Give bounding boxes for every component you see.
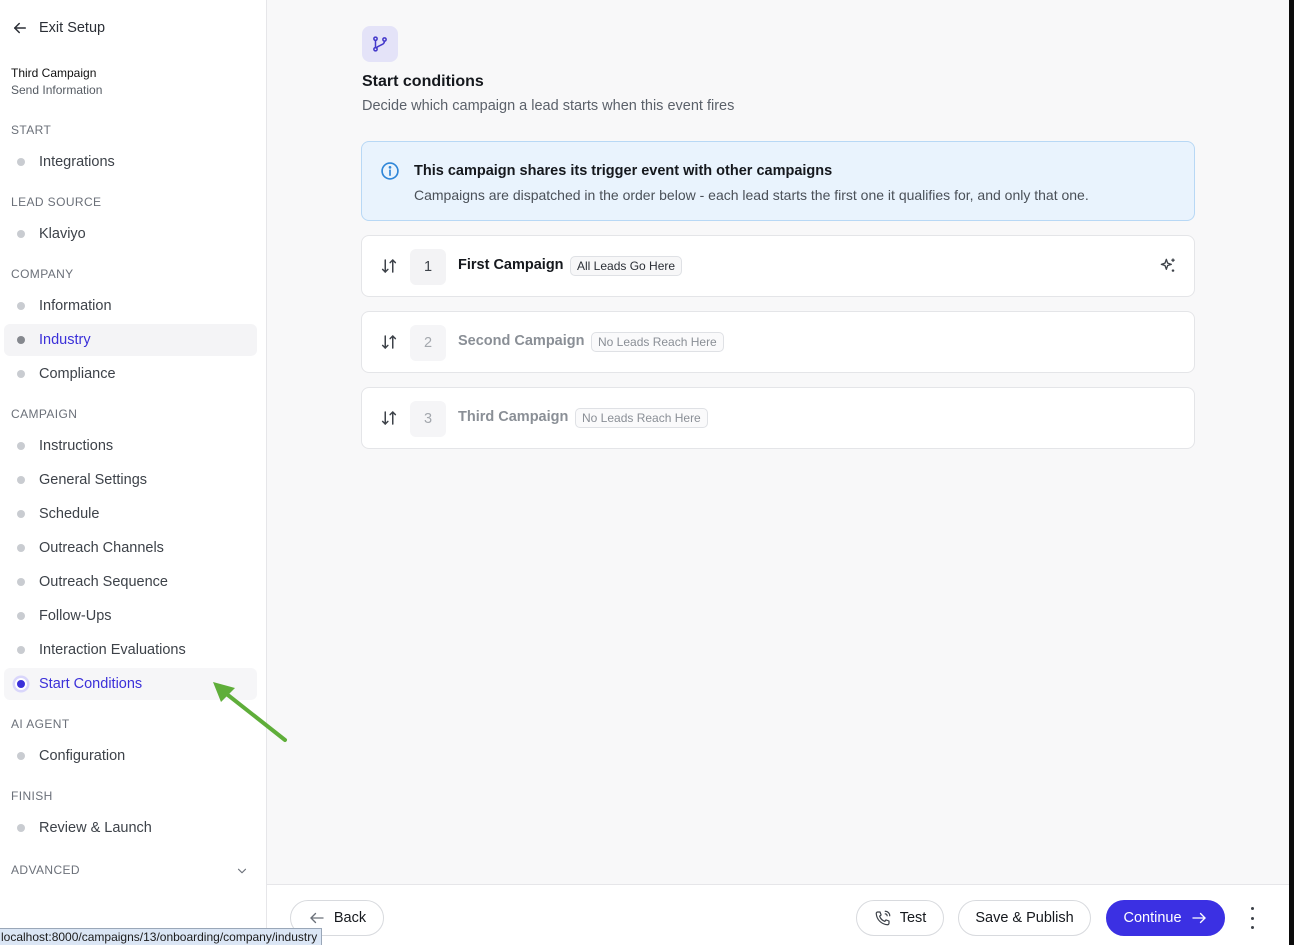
- page-title: Start conditions: [362, 73, 484, 90]
- phone-call-icon: [875, 910, 891, 926]
- sidebar-item-review-launch[interactable]: Review & Launch: [4, 812, 257, 844]
- step-dot: [17, 442, 25, 450]
- step-dot: [17, 302, 25, 310]
- main-content: Start conditions Decide which campaign a…: [267, 0, 1289, 884]
- sidebar-item-instructions[interactable]: Instructions: [4, 430, 257, 462]
- campaign-subtitle: Send Information: [11, 83, 103, 97]
- sidebar-item-interaction-evaluations[interactable]: Interaction Evaluations: [4, 634, 257, 666]
- sidebar-item-label: Instructions: [39, 438, 114, 454]
- git-branch-icon: [373, 36, 387, 52]
- sidebar-item-label: Follow-Ups: [39, 608, 112, 624]
- step-dot: [17, 612, 25, 620]
- chevron-down-icon[interactable]: [235, 864, 249, 878]
- back-label: Back: [333, 910, 367, 926]
- sidebar-item-label: General Settings: [39, 472, 148, 488]
- sidebar-item-label: Integrations: [39, 154, 115, 170]
- alert-body: Campaigns are dispatched in the order be…: [414, 187, 1089, 203]
- sidebar-item-industry[interactable]: Industry: [4, 324, 257, 356]
- step-dot: [17, 230, 25, 238]
- campaign-order-row[interactable]: 2 Second Campaign No Leads Reach Here: [361, 311, 1195, 373]
- window-edge: [1289, 0, 1294, 945]
- step-dot: [17, 646, 25, 654]
- sidebar-item-label: Start Conditions: [39, 676, 143, 692]
- campaign-order-number: 2: [410, 325, 446, 361]
- sidebar-item-label: Industry: [39, 332, 91, 348]
- annotation-arrow-icon: [213, 682, 287, 742]
- sidebar-item-klaviyo[interactable]: Klaviyo: [4, 218, 257, 250]
- step-dot: [17, 336, 25, 344]
- step-dot: [17, 824, 25, 832]
- campaign-order-row[interactable]: 3 Third Campaign No Leads Reach Here: [361, 387, 1195, 449]
- info-icon: [381, 162, 399, 180]
- more-options-kebab-icon[interactable]: [1245, 907, 1259, 929]
- sidebar-item-label: Review & Launch: [39, 820, 152, 836]
- section-company: COMPANY: [11, 267, 74, 281]
- campaign-order-row[interactable]: 1 First Campaign All Leads Go Here: [361, 235, 1195, 297]
- sparkle-icon[interactable]: [1158, 256, 1178, 276]
- campaign-order-number: 1: [410, 249, 446, 285]
- sidebar-item-label: Klaviyo: [39, 226, 86, 242]
- campaign-order-number: 3: [410, 401, 446, 437]
- sidebar-item-follow-ups[interactable]: Follow-Ups: [4, 600, 257, 632]
- sidebar-item-label: Compliance: [39, 366, 116, 382]
- section-advanced-toggle[interactable]: ADVANCED: [11, 863, 80, 877]
- setup-sidebar: Exit Setup Third Campaign Send Informati…: [0, 0, 267, 945]
- test-label: Test: [899, 910, 927, 926]
- campaign-name: Third Campaign: [11, 66, 97, 80]
- section-lead-source: LEAD SOURCE: [11, 195, 102, 209]
- campaign-status-badge: All Leads Go Here: [570, 256, 683, 276]
- sidebar-item-label: Schedule: [39, 506, 100, 522]
- step-dot: [17, 510, 25, 518]
- step-dot: [17, 544, 25, 552]
- arrow-right-icon: [1191, 912, 1206, 924]
- continue-button[interactable]: Continue: [1106, 900, 1225, 936]
- step-dot: [17, 476, 25, 484]
- sidebar-item-label: Interaction Evaluations: [39, 642, 186, 658]
- section-campaign: CAMPAIGN: [11, 407, 78, 421]
- sidebar-item-outreach-channels[interactable]: Outreach Channels: [4, 532, 257, 564]
- test-call-button[interactable]: Test: [856, 900, 944, 936]
- sidebar-item-label: Configuration: [39, 748, 126, 764]
- reorder-drag-handle-icon[interactable]: [380, 257, 398, 275]
- save-publish-button[interactable]: Save & Publish: [958, 900, 1091, 936]
- section-ai-agent: AI AGENT: [11, 717, 70, 731]
- arrow-left-icon: [310, 912, 324, 924]
- campaign-order-name: Third Campaign: [458, 409, 569, 425]
- sidebar-item-schedule[interactable]: Schedule: [4, 498, 257, 530]
- campaign-order-name: First Campaign: [458, 257, 564, 273]
- campaign-order-name: Second Campaign: [458, 333, 585, 349]
- sidebar-item-label: Outreach Channels: [39, 540, 164, 556]
- status-bar-url: localhost:8000/campaigns/13/onboarding/c…: [0, 928, 323, 945]
- branch-icon-tile: [362, 26, 398, 62]
- page-subtitle: Decide which campaign a lead starts when…: [362, 98, 735, 114]
- exit-setup-link[interactable]: Exit Setup: [11, 18, 105, 38]
- reorder-drag-handle-icon[interactable]: [380, 333, 398, 351]
- setup-footer: Back Test Save & Publish Continue: [267, 884, 1289, 945]
- step-dot: [17, 370, 25, 378]
- sidebar-item-label: Outreach Sequence: [39, 574, 168, 590]
- section-start: START: [11, 123, 52, 137]
- campaign-status-badge: No Leads Reach Here: [575, 408, 708, 428]
- step-dot: [17, 752, 25, 760]
- alert-title: This campaign shares its trigger event w…: [414, 163, 833, 179]
- reorder-drag-handle-icon[interactable]: [380, 409, 398, 427]
- sidebar-item-compliance[interactable]: Compliance: [4, 358, 257, 390]
- sidebar-item-label: Information: [39, 298, 112, 314]
- sidebar-item-information[interactable]: Information: [4, 290, 257, 322]
- exit-setup-label: Exit Setup: [39, 20, 106, 36]
- section-finish: FINISH: [11, 789, 53, 803]
- arrow-left-icon: [14, 22, 26, 34]
- step-dot: [17, 578, 25, 586]
- sidebar-item-outreach-sequence[interactable]: Outreach Sequence: [4, 566, 257, 598]
- continue-label: Continue: [1123, 910, 1182, 926]
- sidebar-item-general-settings[interactable]: General Settings: [4, 464, 257, 496]
- save-publish-label: Save & Publish: [975, 910, 1074, 926]
- campaign-status-badge: No Leads Reach Here: [591, 332, 724, 352]
- sidebar-item-integrations[interactable]: Integrations: [4, 146, 257, 178]
- step-dot: [17, 158, 25, 166]
- shared-trigger-alert: This campaign shares its trigger event w…: [361, 141, 1195, 221]
- active-step-dot: [15, 678, 27, 690]
